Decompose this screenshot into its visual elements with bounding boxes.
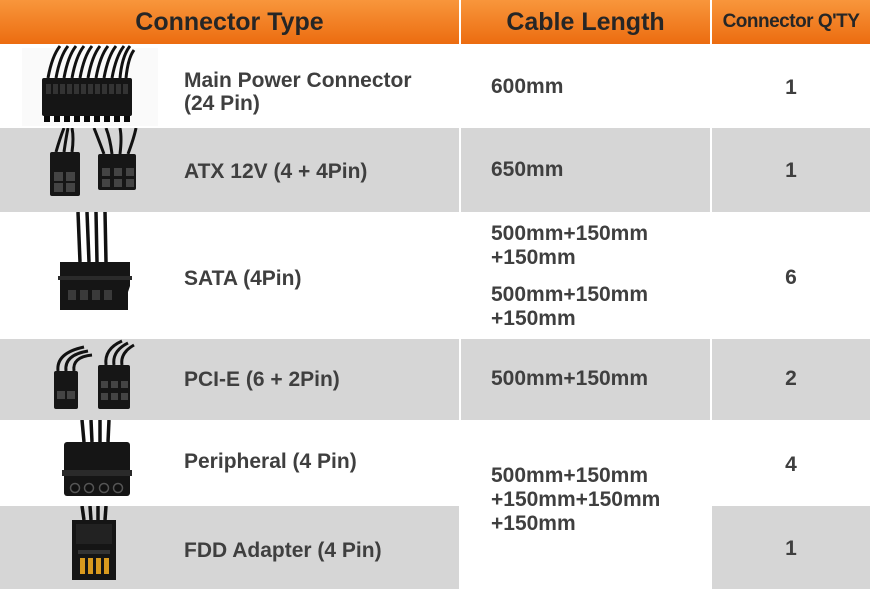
cable-length-line: +150mm: [491, 512, 576, 535]
connector-name-line: Main Power Connector: [184, 69, 412, 92]
cable-length-line: 500mm+150mm: [491, 283, 649, 306]
cable-length-line: 500mm+150mm: [491, 464, 649, 487]
connector-qty: 1: [785, 76, 797, 99]
header-connector-type: Connector Type: [0, 0, 459, 44]
cable-length: 650mm: [491, 158, 564, 181]
connector-qty: 1: [785, 537, 797, 560]
connector-qty: 6: [785, 266, 797, 289]
24-pin-connector-icon: [42, 45, 136, 122]
cable-length-line: +150mm+150mm: [491, 488, 661, 511]
connector-qty: 2: [785, 367, 797, 390]
pci-e-connector-icon: [54, 339, 135, 409]
connector-name: Peripheral (4 Pin): [184, 450, 357, 473]
connector-name: Main Power Connector (24 Pin): [184, 69, 412, 115]
fdd-connector-icon: [72, 506, 116, 580]
connector-name-line: (24 Pin): [184, 92, 260, 115]
header-connector-qty: Connector Q'TY: [712, 0, 870, 44]
connector-qty: 1: [785, 159, 797, 182]
sata-connector-icon: [58, 212, 132, 310]
column-divider: [459, 0, 461, 589]
connector-spec-table: Connector Type Cable Length Connector Q'…: [0, 0, 870, 589]
connector-name: FDD Adapter (4 Pin): [184, 539, 382, 562]
cable-length: 600mm: [491, 75, 564, 98]
cable-length: 500mm+150mm: [491, 367, 649, 390]
connector-name: PCI-E (6 + 2Pin): [184, 368, 340, 391]
cable-length-line: +150mm: [491, 246, 576, 269]
cable-length-line: +150mm: [491, 307, 576, 330]
cable-length: 500mm+150mm +150mm: [491, 222, 648, 270]
cable-length-line: 500mm+150mm: [491, 222, 649, 245]
connector-qty: 4: [785, 453, 797, 476]
cable-length: 500mm+150mm +150mm+150mm +150mm: [491, 464, 660, 536]
cable-length: 500mm+150mm +150mm: [491, 283, 648, 331]
connector-name: ATX 12V (4 + 4Pin): [184, 160, 368, 183]
connector-name: SATA (4Pin): [184, 267, 302, 290]
peripheral-connector-icon: [62, 420, 132, 496]
header-cable-length: Cable Length: [461, 0, 710, 44]
atx-12v-connector-icon: [50, 128, 138, 196]
